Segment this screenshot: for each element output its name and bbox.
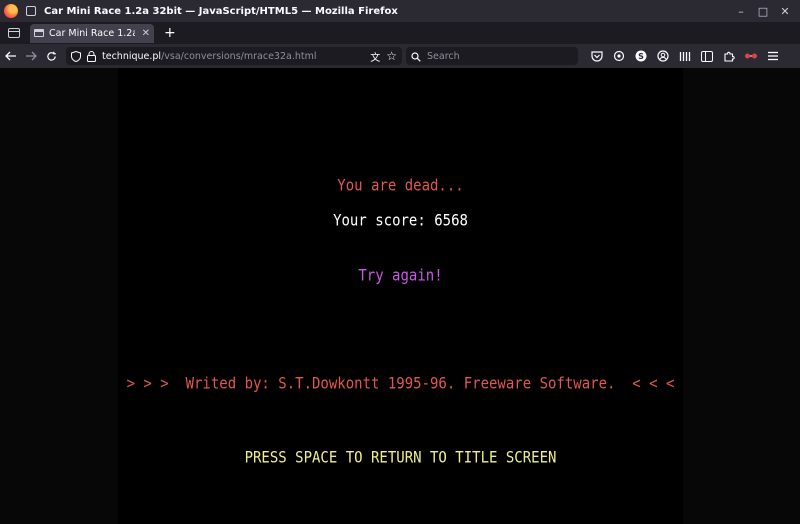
sidebar-icon[interactable] [698,47,716,65]
back-icon[interactable] [2,47,20,65]
tab-title: Car Mini Race 1.2a 32bit [49,27,135,39]
account-icon[interactable] [654,47,672,65]
reload-icon[interactable] [42,47,60,65]
tab-active[interactable]: Car Mini Race 1.2a 32bit ✕ [30,23,154,43]
menu-icon[interactable] [764,47,782,65]
url-text: technique.pl/vsa/conversions/mrace32a.ht… [102,51,316,62]
credits-text: > > > Writed by: S.T.Dowkontt 1995-96. F… [126,374,675,394]
svg-text:S: S [638,52,644,61]
firefox-logo-icon [4,4,18,18]
extension-glasses-icon[interactable] [742,47,760,65]
url-domain: technique.pl [102,50,162,62]
search-icon [411,47,421,66]
window-icon[interactable] [26,6,36,16]
score-text: Your score: 6568 [333,211,468,231]
new-tab-button[interactable]: + [164,25,176,41]
extensions-icon[interactable] [720,47,738,65]
navigation-toolbar: technique.pl/vsa/conversions/mrace32a.ht… [0,44,800,68]
window-controls: – □ ✕ [730,2,796,20]
page-margin-right [683,68,800,524]
tab-close-icon[interactable]: ✕ [142,28,150,39]
minimize-button[interactable]: – [730,2,752,20]
search-placeholder: Search [427,50,460,62]
press-space-prompt: PRESS SPACE TO RETURN TO TITLE SCREEN [244,448,557,468]
try-again-text[interactable]: Try again! [118,266,683,287]
game-canvas[interactable]: You are dead... Your score: 6568 Try aga… [118,68,683,524]
page-favicon-icon [34,29,44,37]
extension-ublock-icon[interactable] [610,47,628,65]
pocket-icon[interactable] [588,47,606,65]
close-window-button[interactable]: ✕ [774,2,796,20]
dead-message: You are dead... [337,176,464,196]
library-icon[interactable] [676,47,694,65]
extension-s-icon[interactable]: S [632,47,650,65]
tab-list-icon[interactable] [6,25,22,41]
shield-icon[interactable] [71,47,81,66]
toolbar-icons: S [588,47,782,65]
maximize-button[interactable]: □ [752,2,774,20]
page-margin-left [0,68,118,524]
translate-icon[interactable]: 文 [370,49,380,64]
window-titlebar: Car Mini Race 1.2a 32bit — JavaScript/HT… [0,0,800,22]
forward-icon[interactable] [22,47,40,65]
url-bar[interactable]: technique.pl/vsa/conversions/mrace32a.ht… [66,47,402,65]
page-content: You are dead... Your score: 6568 Try aga… [0,68,800,524]
url-path: /vsa/conversions/mrace32a.html [161,50,317,62]
bookmark-star-icon[interactable]: ☆ [386,49,397,63]
tab-bar: Car Mini Race 1.2a 32bit ✕ + [0,22,800,44]
lock-icon[interactable] [87,47,96,66]
window-title: Car Mini Race 1.2a 32bit — JavaScript/HT… [44,5,398,17]
search-bar[interactable]: Search [406,47,578,65]
